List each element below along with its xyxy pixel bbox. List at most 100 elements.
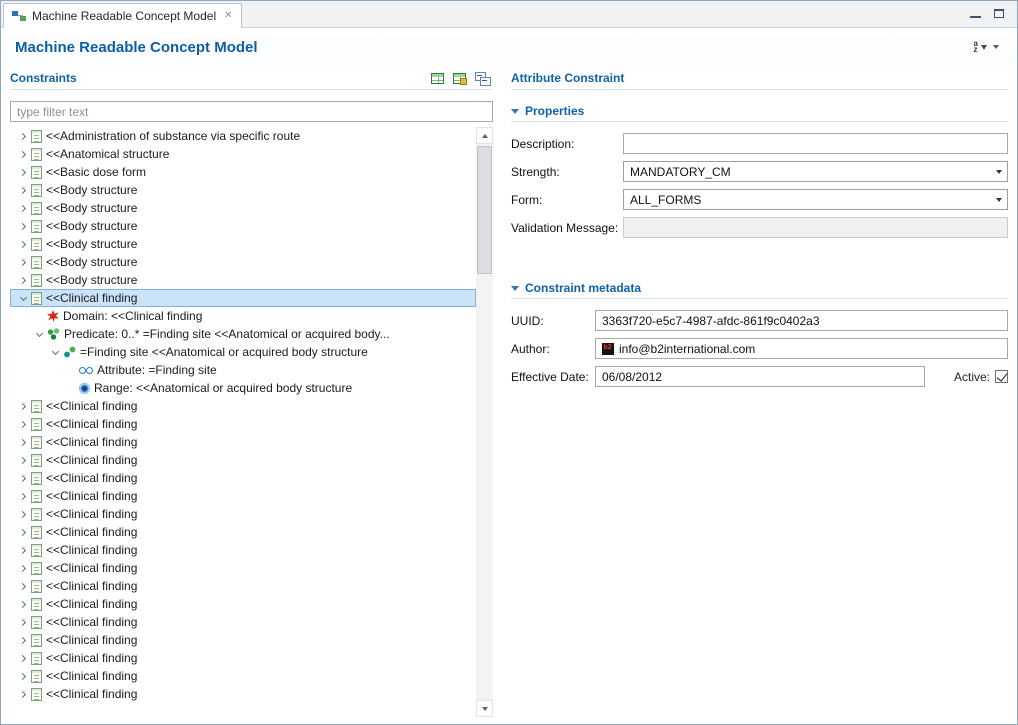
- chevron-collapsed-icon[interactable]: [16, 404, 30, 409]
- chevron-collapsed-icon[interactable]: [16, 584, 30, 589]
- uuid-input[interactable]: [595, 310, 1008, 331]
- editor-header: Machine Readable Concept Model az: [1, 28, 1017, 66]
- tree-item[interactable]: <<Clinical finding: [10, 415, 476, 433]
- tree-item[interactable]: <<Body structure: [10, 253, 476, 271]
- chevron-collapsed-icon[interactable]: [16, 260, 30, 265]
- tree-item[interactable]: <<Clinical finding: [10, 685, 476, 703]
- relationship-icon: [63, 346, 76, 358]
- chevron-collapsed-icon[interactable]: [16, 620, 30, 625]
- tree-item[interactable]: <<Clinical finding: [10, 469, 476, 487]
- concept-icon: [31, 436, 42, 449]
- tree-item[interactable]: <<Clinical finding: [10, 541, 476, 559]
- chevron-collapsed-icon[interactable]: [16, 458, 30, 463]
- validation-message-label: Validation Message:: [511, 221, 623, 235]
- tree-item[interactable]: <<Clinical finding: [10, 577, 476, 595]
- twistie-expanded-icon[interactable]: [511, 109, 519, 114]
- tree-item[interactable]: <<Body structure: [10, 235, 476, 253]
- tree-item[interactable]: <<Body structure: [10, 217, 476, 235]
- chevron-expanded-icon[interactable]: [48, 351, 62, 354]
- chevron-collapsed-icon[interactable]: [16, 566, 30, 571]
- tree-item[interactable]: <<Anatomical structure: [10, 145, 476, 163]
- author-input[interactable]: info@b2international.com: [595, 338, 1008, 359]
- vertical-scrollbar[interactable]: [476, 127, 493, 717]
- tree-item[interactable]: =Finding site <<Anatomical or acquired b…: [10, 343, 476, 361]
- chevron-collapsed-icon[interactable]: [16, 494, 30, 499]
- description-input[interactable]: [623, 133, 1008, 154]
- chevron-collapsed-icon[interactable]: [16, 224, 30, 229]
- tree-item-label: <<Clinical finding: [46, 399, 137, 413]
- chevron-expanded-icon[interactable]: [32, 333, 46, 336]
- tree-item[interactable]: <<Body structure: [10, 181, 476, 199]
- maximize-icon[interactable]: [994, 9, 1004, 18]
- tree-item[interactable]: <<Clinical finding: [10, 451, 476, 469]
- tree-item[interactable]: <<Body structure: [10, 199, 476, 217]
- effective-date-input[interactable]: [595, 366, 925, 387]
- minimize-icon[interactable]: [970, 9, 981, 18]
- tree-item[interactable]: <<Clinical finding: [10, 289, 476, 307]
- scrollbar-thumb[interactable]: [477, 146, 492, 274]
- chevron-collapsed-icon[interactable]: [16, 530, 30, 535]
- tree-item[interactable]: <<Clinical finding: [10, 397, 476, 415]
- tree-item-label: <<Clinical finding: [46, 633, 137, 647]
- form-select[interactable]: ALL_FORMS: [623, 189, 1008, 210]
- tree-item[interactable]: <<Clinical finding: [10, 487, 476, 505]
- tree-item-label: <<Body structure: [46, 219, 137, 233]
- chevron-collapsed-icon[interactable]: [16, 476, 30, 481]
- tree-item[interactable]: <<Basic dose form: [10, 163, 476, 181]
- chevron-collapsed-icon[interactable]: [16, 170, 30, 175]
- twistie-expanded-icon[interactable]: [511, 286, 519, 291]
- app-window: Machine Readable Concept Model ✕ Machine…: [0, 0, 1018, 725]
- properties-section: Properties Description: Strength: MANDAT…: [511, 101, 1008, 238]
- chevron-collapsed-icon[interactable]: [16, 152, 30, 157]
- active-group: Active:: [954, 370, 1008, 384]
- tree-item-label: <<Clinical finding: [46, 651, 137, 665]
- chevron-collapsed-icon[interactable]: [16, 548, 30, 553]
- scroll-down-icon[interactable]: [476, 700, 493, 717]
- tab-machine-readable-concept-model[interactable]: Machine Readable Concept Model ✕: [3, 3, 242, 28]
- chevron-collapsed-icon[interactable]: [16, 656, 30, 661]
- tree-item[interactable]: <<Clinical finding: [10, 523, 476, 541]
- tree-item[interactable]: <<Clinical finding: [10, 613, 476, 631]
- scroll-up-icon[interactable]: [476, 127, 493, 144]
- tree-item[interactable]: <<Clinical finding: [10, 649, 476, 667]
- tree-item[interactable]: Domain: <<Clinical finding: [10, 307, 476, 325]
- chevron-collapsed-icon[interactable]: [16, 206, 30, 211]
- tree-item-label: <<Anatomical structure: [46, 147, 169, 161]
- chevron-collapsed-icon[interactable]: [16, 602, 30, 607]
- tree-item[interactable]: <<Clinical finding: [10, 595, 476, 613]
- properties-form: Description: Strength: MANDATORY_CM Form…: [511, 122, 1008, 238]
- chevron-collapsed-icon[interactable]: [16, 278, 30, 283]
- constraint-metadata-title: Constraint metadata: [525, 281, 641, 295]
- tree-item[interactable]: <<Clinical finding: [10, 433, 476, 451]
- chevron-collapsed-icon[interactable]: [16, 638, 30, 643]
- tree-item[interactable]: <<Clinical finding: [10, 559, 476, 577]
- tree-item[interactable]: <<Clinical finding: [10, 505, 476, 523]
- validation-message-input: [623, 217, 1008, 238]
- tree-item[interactable]: Attribute: =Finding site: [10, 361, 476, 379]
- active-checkbox[interactable]: [995, 370, 1008, 383]
- tree-item[interactable]: <<Clinical finding: [10, 667, 476, 685]
- filter-input[interactable]: [10, 101, 493, 122]
- properties-title: Properties: [525, 104, 584, 118]
- strength-select[interactable]: MANDATORY_CM: [623, 161, 1008, 182]
- collapse-all-icon[interactable]: [475, 72, 490, 85]
- tree-item[interactable]: <<Administration of substance via specif…: [10, 127, 476, 145]
- chevron-collapsed-icon[interactable]: [16, 188, 30, 193]
- grid-tool-icon-1[interactable]: [431, 73, 444, 84]
- chevron-collapsed-icon[interactable]: [16, 692, 30, 697]
- chevron-collapsed-icon[interactable]: [16, 242, 30, 247]
- tree-item[interactable]: Range: <<Anatomical or acquired body str…: [10, 379, 476, 397]
- chevron-collapsed-icon[interactable]: [16, 422, 30, 427]
- chevron-collapsed-icon[interactable]: [16, 674, 30, 679]
- tree-item[interactable]: <<Body structure: [10, 271, 476, 289]
- chevron-collapsed-icon[interactable]: [16, 134, 30, 139]
- chevron-collapsed-icon[interactable]: [16, 440, 30, 445]
- tree-item[interactable]: <<Clinical finding: [10, 631, 476, 649]
- chevron-collapsed-icon[interactable]: [16, 512, 30, 517]
- tree-item[interactable]: Predicate: 0..* =Finding site <<Anatomic…: [10, 325, 476, 343]
- sort-button[interactable]: az: [970, 39, 1003, 56]
- grid-tool-icon-2[interactable]: [453, 73, 466, 84]
- predicate-icon: [47, 328, 60, 340]
- chevron-expanded-icon[interactable]: [16, 297, 30, 300]
- close-icon[interactable]: ✕: [224, 10, 232, 21]
